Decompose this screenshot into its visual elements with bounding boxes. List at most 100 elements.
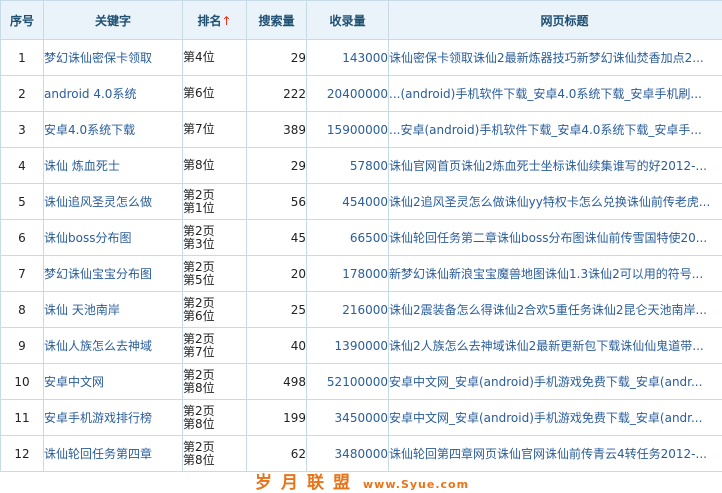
- rank-cell: 第4位: [183, 40, 247, 76]
- rank-line-1: 第2页: [183, 224, 215, 238]
- page-title-link[interactable]: 安卓中文网_安卓(android)手机游戏免费下载_安卓(andr...: [389, 411, 702, 425]
- keyword-link[interactable]: android 4.0系统: [44, 87, 136, 101]
- keyword-cell: 安卓手机游戏排行榜: [44, 400, 183, 436]
- rank-line-1: 第2页: [183, 296, 215, 310]
- page-title-cell: 安卓中文网_安卓(android)手机游戏免费下载_安卓(andr...: [389, 364, 722, 400]
- page-title-link[interactable]: ...(android)手机软件下载_安卓4.0系统下载_安卓手机刷...: [389, 87, 702, 101]
- table-header-row: 序号 关键字 排名↑ 搜索量 收录量 网页标题: [1, 1, 722, 40]
- page-title-link[interactable]: 诛仙官网首页诛仙2炼血死士坐标诛仙续集谁写的好2012-...: [389, 159, 707, 173]
- watermark-brand: 岁月联盟: [255, 473, 359, 493]
- rank-line-1: 第6位: [183, 86, 215, 100]
- rank-line-2: 第3位: [183, 237, 215, 251]
- keyword-link[interactable]: 安卓手机游戏排行榜: [44, 411, 152, 425]
- rank-line-1: 第2页: [183, 368, 215, 382]
- search-volume: 199: [247, 400, 307, 436]
- row-number: 1: [1, 40, 44, 76]
- keyword-link[interactable]: 安卓4.0系统下载: [44, 123, 135, 137]
- table-row: 1梦幻诛仙密保卡领取第4位29143000诛仙密保卡领取诛仙2最新炼器技巧新梦幻…: [1, 40, 722, 76]
- rank-cell: 第2页第7位: [183, 328, 247, 364]
- header-keyword: 关键字: [44, 1, 183, 40]
- page-title-cell: 安卓中文网_安卓(android)手机游戏免费下载_安卓(andr...: [389, 400, 722, 436]
- header-title: 网页标题: [389, 1, 722, 40]
- indexed-count: 52100000: [307, 364, 389, 400]
- row-number: 6: [1, 220, 44, 256]
- keyword-link[interactable]: 梦幻诛仙密保卡领取: [44, 51, 152, 65]
- indexed-count: 20400000: [307, 76, 389, 112]
- keyword-ranking-table: 序号 关键字 排名↑ 搜索量 收录量 网页标题 1梦幻诛仙密保卡领取第4位291…: [0, 0, 722, 472]
- page-title-link[interactable]: 诛仙轮回任务第二章诛仙boss分布图诛仙前传雪国特使20...: [389, 231, 707, 245]
- keyword-cell: 诛仙追风圣灵怎么做: [44, 184, 183, 220]
- row-number: 10: [1, 364, 44, 400]
- indexed-count: 15900000: [307, 112, 389, 148]
- rank-line-1: 第2页: [183, 404, 215, 418]
- table-row: 10安卓中文网第2页第8位49852100000安卓中文网_安卓(android…: [1, 364, 722, 400]
- page-title-cell: 诛仙官网首页诛仙2炼血死士坐标诛仙续集谁写的好2012-...: [389, 148, 722, 184]
- page-title-cell: 诛仙2追风圣灵怎么做诛仙yy特权卡怎么兑换诛仙前传老虎...: [389, 184, 722, 220]
- keyword-link[interactable]: 诛仙 天池南岸: [44, 303, 120, 317]
- table-row: 2android 4.0系统 第6位 22220400000...(android)…: [1, 76, 722, 112]
- sort-ascending-icon: ↑: [221, 14, 231, 28]
- page-title-link[interactable]: ...安卓(android)手机软件下载_安卓4.0系统下载_安卓手...: [389, 123, 702, 137]
- keyword-link[interactable]: 安卓中文网: [44, 375, 104, 389]
- page-title-link[interactable]: 诛仙2震装备怎么得诛仙2合欢5重任务诛仙2昆仑天池南岸...: [389, 303, 707, 317]
- search-volume: 45: [247, 220, 307, 256]
- search-volume: 222: [247, 76, 307, 112]
- keyword-link[interactable]: 诛仙轮回任务第四章: [44, 447, 152, 461]
- rank-line-2: 第7位: [183, 345, 215, 359]
- rank-line-1: 第8位: [183, 158, 215, 172]
- row-number: 5: [1, 184, 44, 220]
- indexed-count: 57800: [307, 148, 389, 184]
- rank-line-1: 第2页: [183, 332, 215, 346]
- keyword-link[interactable]: 诛仙人族怎么去神域: [44, 339, 152, 353]
- search-volume: 25: [247, 292, 307, 328]
- keyword-cell: 梦幻诛仙密保卡领取: [44, 40, 183, 76]
- row-number: 7: [1, 256, 44, 292]
- indexed-count: 3450000: [307, 400, 389, 436]
- keyword-link[interactable]: 诛仙boss分布图: [44, 231, 131, 245]
- header-rank[interactable]: 排名↑: [183, 1, 247, 40]
- header-rank-label: 排名: [197, 14, 221, 28]
- rank-cell: 第2页第5位: [183, 256, 247, 292]
- keyword-cell: 安卓中文网: [44, 364, 183, 400]
- page-title-link[interactable]: 诛仙2人族怎么去神域诛仙2最新更新包下载诛仙仙鬼道带...: [389, 339, 704, 353]
- table-row: 12诛仙轮回任务第四章第2页第8位623480000诛仙轮回第四章网页诛仙官网诛…: [1, 436, 722, 472]
- table-row: 4诛仙 炼血死士第8位2957800诛仙官网首页诛仙2炼血死士坐标诛仙续集谁写的…: [1, 148, 722, 184]
- keyword-cell: 诛仙boss分布图: [44, 220, 183, 256]
- table-row: 5诛仙追风圣灵怎么做第2页第1位56454000诛仙2追风圣灵怎么做诛仙yy特权…: [1, 184, 722, 220]
- keyword-cell: 安卓4.0系统下载: [44, 112, 183, 148]
- header-indexed: 收录量: [307, 1, 389, 40]
- rank-line-2: 第8位: [183, 381, 215, 395]
- page-title-link[interactable]: 新梦幻诛仙新浪宝宝魔兽地图诛仙1.3诛仙2可以用的符号...: [389, 267, 703, 281]
- indexed-count: 454000: [307, 184, 389, 220]
- rank-line-1: 第2页: [183, 188, 215, 202]
- rank-cell: 第2页第6位: [183, 292, 247, 328]
- page-title-cell: 诛仙轮回任务第二章诛仙boss分布图诛仙前传雪国特使20...: [389, 220, 722, 256]
- page-title-link[interactable]: 安卓中文网_安卓(android)手机游戏免费下载_安卓(andr...: [389, 375, 702, 389]
- rank-line-2: 第8位: [183, 417, 215, 431]
- header-no: 序号: [1, 1, 44, 40]
- keyword-cell: 梦幻诛仙宝宝分布图: [44, 256, 183, 292]
- rank-line-2: 第6位: [183, 309, 215, 323]
- search-volume: 40: [247, 328, 307, 364]
- row-number: 4: [1, 148, 44, 184]
- keyword-link[interactable]: 梦幻诛仙宝宝分布图: [44, 267, 152, 281]
- indexed-count: 216000: [307, 292, 389, 328]
- page-title-cell: 诛仙2人族怎么去神域诛仙2最新更新包下载诛仙仙鬼道带...: [389, 328, 722, 364]
- keyword-link[interactable]: 诛仙 炼血死士: [44, 159, 120, 173]
- table-row: 9诛仙人族怎么去神域第2页第7位401390000诛仙2人族怎么去神域诛仙2最新…: [1, 328, 722, 364]
- table-row: 3安卓4.0系统下载第7位38915900000...安卓(android)手机…: [1, 112, 722, 148]
- page-title-link[interactable]: 诛仙2追风圣灵怎么做诛仙yy特权卡怎么兑换诛仙前传老虎...: [389, 195, 710, 209]
- page-title-cell: 诛仙密保卡领取诛仙2最新炼器技巧新梦幻诛仙焚香加点2...: [389, 40, 722, 76]
- rank-cell: 第2页第3位: [183, 220, 247, 256]
- page-title-link[interactable]: 诛仙轮回第四章网页诛仙官网诛仙前传青云4转任务2012-...: [389, 447, 707, 461]
- watermark: 岁月联盟www.Syue.com: [255, 468, 469, 493]
- search-volume: 62: [247, 436, 307, 472]
- rank-line-2: 第1位: [183, 201, 215, 215]
- indexed-count: 3480000: [307, 436, 389, 472]
- rank-line-1: 第7位: [183, 122, 215, 136]
- row-number: 2: [1, 76, 44, 112]
- page-title-link[interactable]: 诛仙密保卡领取诛仙2最新炼器技巧新梦幻诛仙焚香加点2...: [389, 51, 704, 65]
- search-volume: 20: [247, 256, 307, 292]
- keyword-link[interactable]: 诛仙追风圣灵怎么做: [44, 195, 152, 209]
- row-number: 9: [1, 328, 44, 364]
